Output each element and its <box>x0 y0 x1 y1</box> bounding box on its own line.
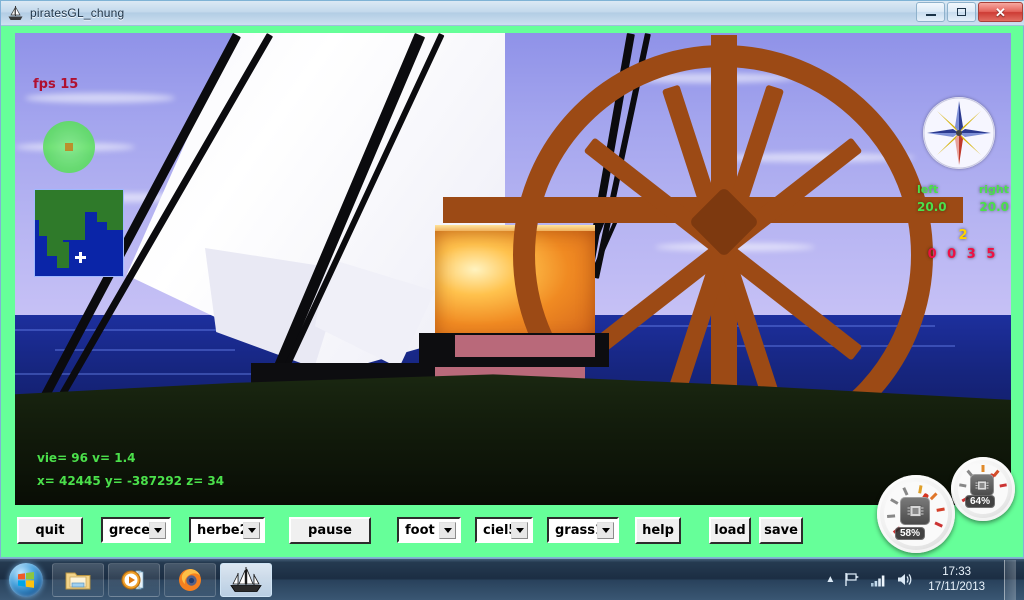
left-engine-label: left <box>917 183 939 196</box>
minimap[interactable] <box>34 189 124 277</box>
load-button[interactable]: load <box>709 516 751 544</box>
chevron-down-icon[interactable] <box>149 522 166 539</box>
close-icon: ✕ <box>995 4 1006 20</box>
ram-percent: 64% <box>965 495 996 508</box>
control-toolbar: quit grece herbe2 pause foot ciel5 grass… <box>1 509 1024 551</box>
clock-date: 17/11/2013 <box>928 580 985 593</box>
minimize-icon <box>925 14 936 16</box>
ram-gauge[interactable]: 64% <box>951 457 1015 521</box>
quit-button[interactable]: quit <box>17 516 83 544</box>
cpu-percent: 58% <box>895 527 926 540</box>
system-tray: ▲ 17:33 17/11/2013 <box>825 559 1024 600</box>
chevron-down-icon[interactable] <box>511 522 528 539</box>
firefox-icon <box>179 568 201 591</box>
ship-icon <box>230 566 262 592</box>
sky-select[interactable]: ciel5 <box>475 517 533 543</box>
windows-logo-icon <box>9 562 43 597</box>
right-engine-value: 20.0 <box>979 200 1009 214</box>
terrain-select-value: herbe2 <box>197 522 249 538</box>
taskbar-clock[interactable]: 17:33 17/11/2013 <box>922 565 991 595</box>
show-desktop-button[interactable] <box>1004 559 1016 600</box>
close-button[interactable]: ✕ <box>978 2 1023 22</box>
chevron-down-icon[interactable] <box>597 522 614 539</box>
clock-time: 17:33 <box>942 565 972 578</box>
windows-taskbar: ▲ 17:33 17/11/2013 <box>0 558 1024 600</box>
cpu-chip-icon <box>900 497 930 525</box>
taskbar-item-media-player[interactable] <box>108 562 160 597</box>
taskbar-item-pirates[interactable] <box>220 562 272 597</box>
volume-icon[interactable] <box>896 572 913 587</box>
maximize-icon <box>957 8 966 16</box>
maximize-button[interactable] <box>947 2 976 22</box>
window-controls: ✕ <box>916 2 1023 22</box>
pause-button[interactable]: pause <box>289 516 371 544</box>
player-position-marker <box>75 252 86 263</box>
right-engine-label: right <box>978 183 1009 196</box>
game-viewport[interactable]: fps 15 left right 20.0 20.0 2 0 0 3 5 vi… <box>15 33 1011 505</box>
left-engine-value: 20.0 <box>917 200 947 214</box>
show-hidden-icons-button[interactable]: ▲ <box>825 574 835 585</box>
ship-speed-hud: left right 20.0 20.0 2 0 0 3 5 <box>915 183 1011 269</box>
cpu-gauge[interactable]: 58% <box>877 475 955 553</box>
chevron-down-icon[interactable] <box>243 522 260 539</box>
ship-icon <box>8 5 23 20</box>
status-readout: vie= 96 v= 1.4 x= 42445 y= -387292 z= 34 <box>37 447 224 493</box>
help-button[interactable]: help <box>635 516 681 544</box>
taskbar-item-firefox[interactable] <box>164 562 216 597</box>
grass-select[interactable]: grass1 <box>547 517 619 543</box>
folder-icon <box>65 572 91 589</box>
level-indicator: 2 <box>958 228 968 243</box>
score-digits: 0 0 3 5 <box>927 247 999 262</box>
terrain-select[interactable]: herbe2 <box>189 517 265 543</box>
country-select-value: grece <box>109 522 151 538</box>
country-select[interactable]: grece <box>101 517 171 543</box>
chevron-down-icon[interactable] <box>439 522 456 539</box>
title-bar[interactable]: piratesGL_chung ✕ <box>1 1 1024 26</box>
compass-rose <box>923 97 995 169</box>
radar-indicator <box>43 121 95 173</box>
start-button[interactable] <box>4 561 48 599</box>
radar-blip-dot <box>65 143 73 151</box>
signal-bars-icon[interactable] <box>870 573 887 587</box>
deck-cabin <box>455 335 595 357</box>
minimize-button[interactable] <box>916 2 945 22</box>
mode-select[interactable]: foot <box>397 517 461 543</box>
application-window: piratesGL_chung ✕ fps 15 left right 20.0… <box>0 0 1024 558</box>
fps-counter: fps 15 <box>33 77 79 92</box>
resource-gadgets: 64% 58% <box>877 457 1017 553</box>
taskbar-item-explorer[interactable] <box>52 562 104 597</box>
memory-chip-icon <box>970 474 994 496</box>
mode-select-value: foot <box>405 522 435 538</box>
save-button[interactable]: save <box>759 516 803 544</box>
window-title: piratesGL_chung <box>30 6 125 20</box>
network-flag-icon[interactable] <box>844 572 861 587</box>
status-coordinates: x= 42445 y= -387292 z= 34 <box>37 474 225 488</box>
status-health-speed: vie= 96 v= 1.4 <box>37 451 136 465</box>
media-player-icon <box>121 569 144 590</box>
